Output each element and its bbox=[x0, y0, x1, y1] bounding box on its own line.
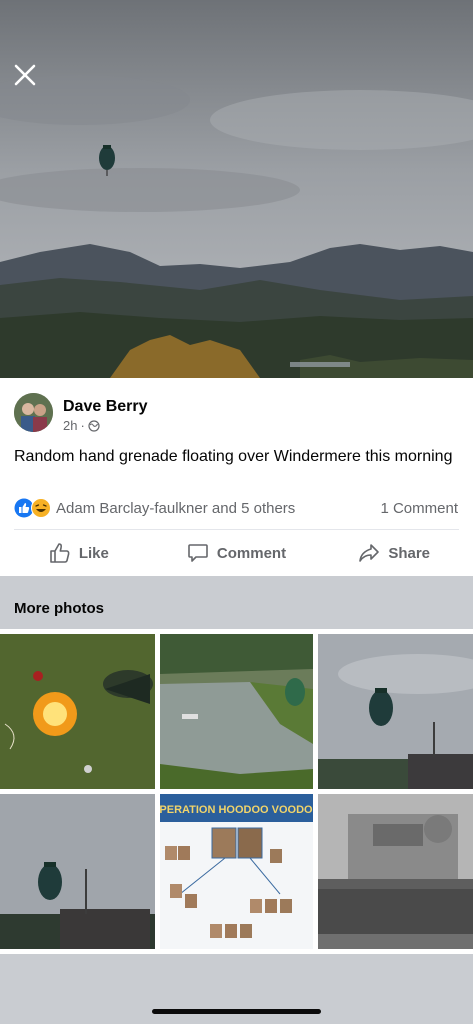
more-photos-header: More photos bbox=[0, 576, 473, 629]
comment-button[interactable]: Comment bbox=[158, 530, 316, 576]
comment-label: Comment bbox=[216, 544, 287, 562]
footer-area bbox=[0, 954, 473, 1024]
photo-thumbnail[interactable]: OPERATION HOODOO VOODOO bbox=[160, 794, 313, 949]
photo-thumbnail[interactable] bbox=[160, 634, 313, 789]
comments-count[interactable]: 1 Comment bbox=[380, 500, 458, 517]
share-icon bbox=[359, 544, 380, 562]
meta-separator: · bbox=[80, 418, 85, 433]
reactions-text: Adam Barclay-faulkner and 5 others bbox=[56, 499, 296, 517]
post-meta: 2h · bbox=[63, 418, 100, 433]
haha-icon bbox=[31, 498, 51, 518]
home-indicator[interactable] bbox=[152, 1009, 321, 1014]
action-bar: Like Comment Share bbox=[0, 530, 473, 576]
like-button[interactable]: Like bbox=[0, 530, 158, 576]
close-button[interactable] bbox=[10, 60, 40, 90]
photo-thumbnail[interactable] bbox=[0, 794, 155, 949]
share-label: Share bbox=[388, 544, 431, 562]
more-photos-grid: OPERATION HOODOO VOODOO bbox=[0, 629, 473, 954]
close-icon bbox=[14, 64, 36, 86]
photo-thumbnail[interactable] bbox=[318, 794, 473, 949]
post-caption: Random hand grenade floating over Winder… bbox=[14, 448, 453, 465]
thumbs-up-icon bbox=[50, 543, 70, 563]
author-name[interactable]: Dave Berry bbox=[63, 398, 148, 416]
photo-thumbnail[interactable] bbox=[0, 634, 155, 789]
main-photo[interactable] bbox=[0, 0, 473, 378]
share-button[interactable]: Share bbox=[315, 530, 473, 576]
post-card: Dave Berry 2h · Random hand grenade floa… bbox=[0, 378, 473, 576]
avatar[interactable] bbox=[14, 393, 53, 432]
globe-icon bbox=[88, 419, 100, 432]
more-photos-title: More photos bbox=[14, 600, 104, 617]
like-label: Like bbox=[78, 544, 109, 562]
photo-thumbnail[interactable] bbox=[318, 634, 473, 789]
reactions-summary[interactable]: Adam Barclay-faulkner and 5 others bbox=[14, 498, 295, 518]
post-timestamp[interactable]: 2h bbox=[63, 418, 77, 433]
comment-icon bbox=[188, 544, 208, 562]
poster-title: OPERATION HOODOO VOODOO bbox=[160, 804, 313, 816]
